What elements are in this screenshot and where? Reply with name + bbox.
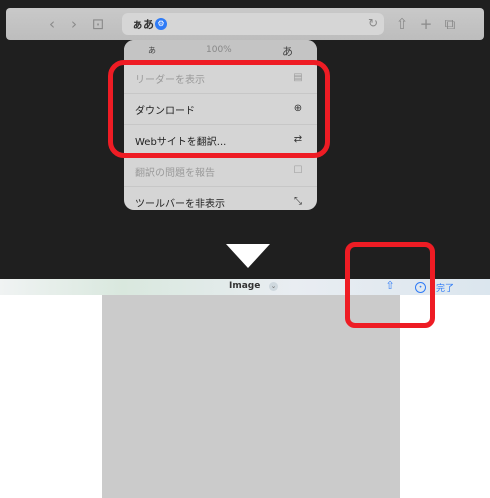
- forward-icon[interactable]: ›: [64, 14, 84, 34]
- menu-item-label: ツールバーを非表示: [135, 199, 225, 210]
- back-icon[interactable]: ‹: [42, 14, 62, 34]
- zoom-in-button[interactable]: あ: [282, 43, 293, 59]
- highlight-share-box: [345, 242, 435, 328]
- book-icon[interactable]: ⊡: [88, 14, 108, 34]
- resize-arrows-icon: ⤡: [294, 196, 302, 207]
- zoom-row: あ 100% あ: [124, 40, 317, 62]
- zoom-out-button[interactable]: あ: [148, 45, 156, 56]
- reader-options-button[interactable]: ぁあ: [132, 16, 154, 32]
- reload-icon[interactable]: ↻: [368, 16, 378, 30]
- menu-item-label: 翻訳の問題を報告: [135, 168, 215, 179]
- menu-item-report-translation-issue[interactable]: 翻訳の問題を報告 ☐: [124, 155, 317, 186]
- share-icon[interactable]: ⇧: [392, 14, 412, 34]
- down-arrow-indicator: [226, 244, 270, 268]
- zoom-value: 100%: [206, 45, 232, 55]
- done-button[interactable]: 完了: [436, 281, 454, 294]
- viewer-title: Image: [229, 281, 261, 291]
- report-icon: ☐: [293, 165, 303, 176]
- highlight-menu-box: [108, 60, 330, 158]
- tabs-icon[interactable]: ⧉: [440, 14, 460, 34]
- safari-toolbar: ‹ › ⊡ ぁあ ⚙ ↻ ⇧ + ⧉: [6, 8, 484, 40]
- address-bar[interactable]: ぁあ ⚙ ↻: [122, 13, 384, 35]
- puzzle-badge-icon: ⚙: [155, 18, 167, 30]
- chevron-down-icon[interactable]: ⌄: [269, 282, 278, 291]
- plus-icon[interactable]: +: [416, 14, 436, 34]
- menu-item-hide-toolbar[interactable]: ツールバーを非表示 ⤡: [124, 186, 317, 210]
